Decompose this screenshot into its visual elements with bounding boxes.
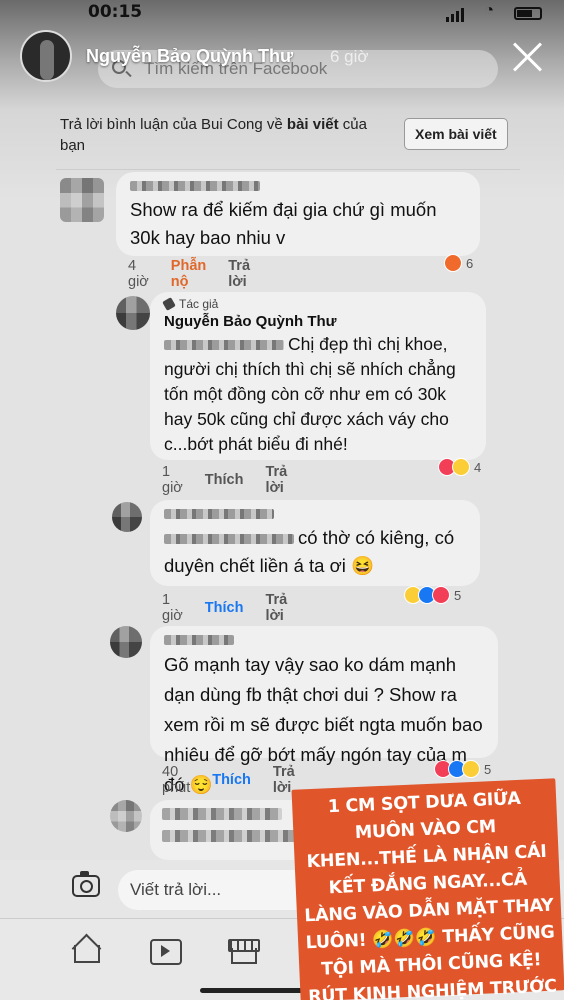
marketplace-icon[interactable]	[228, 935, 260, 965]
comment-actions: 1 giờ Thích Trả lời	[162, 464, 287, 496]
reaction-count: 5	[454, 587, 462, 603]
comment-bubble[interactable]: Gõ mạnh tay vậy sao ko dám mạnh dạn dùng…	[150, 626, 498, 795]
reply-button[interactable]: Trả lời	[265, 592, 287, 624]
divider	[56, 169, 520, 170]
story-poster-name[interactable]: Nguyễn Bảo Quỳnh Thư	[86, 46, 293, 67]
haha-icon	[462, 760, 480, 778]
commenter-name[interactable]	[164, 504, 466, 524]
author-badge-icon	[162, 297, 176, 311]
like-button[interactable]: Thích	[205, 600, 244, 616]
avatar[interactable]	[112, 502, 142, 532]
avatar[interactable]	[110, 800, 142, 832]
heart-icon	[432, 586, 450, 604]
home-icon[interactable]	[72, 935, 102, 965]
comment-time: 1 giờ	[162, 464, 183, 496]
reply-banner-text: Trả lời bình luận của Bui Cong về bài vi…	[60, 116, 367, 154]
comment-bubble[interactable]: có thờ có kiêng, có duyên chết liền á ta…	[150, 500, 480, 586]
wifi-icon: ◔	[484, 2, 494, 19]
story-screen: 00:15 ◔ Tìm kiếm trên Facebook Nguyễn Bả…	[0, 0, 564, 1000]
blurred-text	[162, 808, 282, 820]
comment-text: Show ra để kiếm đại gia chứ gì muốn 30k …	[130, 199, 437, 248]
view-post-button[interactable]: Xem bài viết	[404, 118, 508, 150]
blurred-text	[162, 830, 302, 842]
reply-banner: Trả lời bình luận của Bui Cong về bài vi…	[0, 102, 520, 164]
reply-button[interactable]: Trả lời	[228, 258, 250, 290]
watch-icon[interactable]	[150, 935, 182, 965]
comment-actions: 1 giờ Thích Trả lời	[162, 592, 287, 624]
avatar[interactable]	[116, 296, 150, 330]
reaction-summary[interactable]: 4	[438, 458, 481, 476]
commenter-name[interactable]: Nguyễn Bảo Quỳnh Thư	[164, 312, 472, 332]
haha-icon	[452, 458, 470, 476]
story-posted-ago: 6 giờ	[330, 47, 369, 66]
story-caption: 1 CM SỌT DƯA GIỮA MUÔN VÀO CM KHEN...THẾ…	[291, 778, 564, 1000]
comment-text: có thờ có kiêng, có duyên chết liền á ta…	[164, 527, 455, 576]
reaction-summary[interactable]: 5	[434, 760, 491, 778]
avatar[interactable]	[60, 178, 104, 222]
avatar[interactable]	[110, 626, 142, 658]
comment-actions: 4 giờ Phẫn nộ Trả lời	[128, 258, 250, 290]
reaction-count: 4	[474, 459, 482, 475]
camera-icon[interactable]	[72, 871, 100, 897]
status-bar: 00:15 ◔	[0, 0, 564, 30]
status-time: 00:15	[88, 2, 143, 22]
author-badge-label: Tác giả	[179, 297, 219, 311]
like-button[interactable]: Thích	[212, 772, 251, 788]
angry-icon	[444, 254, 462, 272]
reply-button[interactable]: Trả lời	[265, 464, 287, 496]
reaction-summary[interactable]: 5	[404, 586, 461, 604]
cellular-signal-icon	[446, 8, 464, 22]
comment-time: 40 phút	[162, 764, 191, 796]
close-icon[interactable]	[510, 40, 544, 74]
commenter-name[interactable]	[130, 176, 466, 196]
angry-reaction-button[interactable]: Phẫn nộ	[171, 258, 206, 290]
comment-bubble[interactable]: Show ra để kiếm đại gia chứ gì muốn 30k …	[116, 172, 480, 256]
commenter-name[interactable]	[164, 630, 484, 650]
comment-text: Chị đẹp thì chị khoe, người chị thích th…	[164, 334, 456, 454]
reaction-summary[interactable]: 6	[444, 254, 473, 272]
author-badge: Tác giả	[162, 296, 472, 312]
battery-icon	[514, 7, 542, 20]
reaction-count: 6	[466, 255, 474, 271]
comment-time: 4 giờ	[128, 258, 149, 290]
story-avatar[interactable]	[20, 30, 72, 82]
comment-bubble[interactable]: Tác giả Nguyễn Bảo Quỳnh Thư Chị đẹp thì…	[150, 292, 486, 460]
comment-actions: 40 phút Thích Trả lời	[162, 764, 295, 796]
reaction-count: 5	[484, 761, 492, 777]
like-button[interactable]: Thích	[205, 472, 244, 488]
comment-time: 1 giờ	[162, 592, 183, 624]
